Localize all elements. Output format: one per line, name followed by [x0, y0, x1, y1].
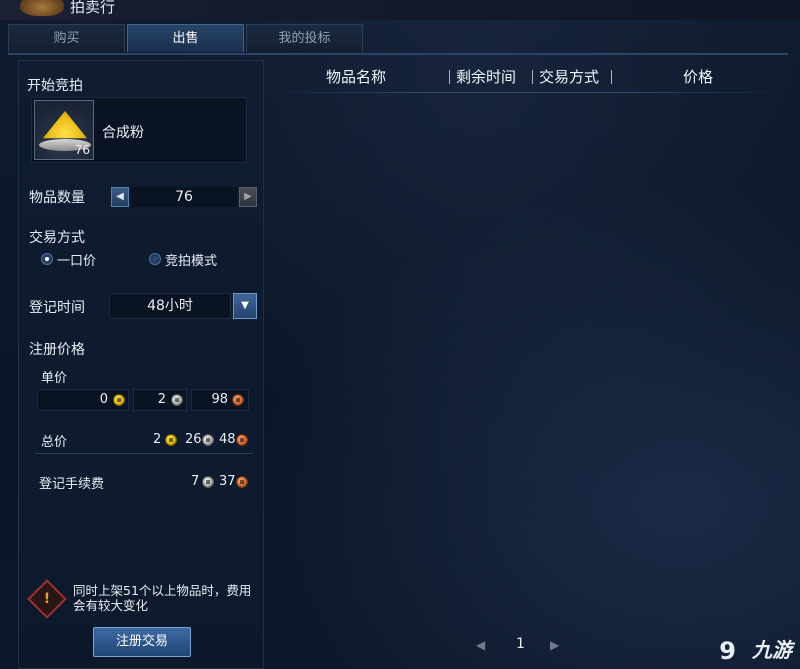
- sell-panel: 开始竞拍 76 合成粉 物品数量 ◀ 76 ▶ 交易方式 一口价 竞拍模式 登记…: [18, 60, 264, 669]
- total-gold-value: 2: [153, 432, 162, 447]
- item-slot[interactable]: 76 合成粉: [31, 97, 247, 163]
- gold-coin-icon: [113, 394, 125, 406]
- radio-auction-mode[interactable]: 竞拍模式: [149, 251, 218, 269]
- tab-buy[interactable]: 购买: [8, 24, 125, 52]
- watermark-text: 九游: [752, 638, 792, 662]
- copper-coin-icon: [232, 394, 244, 406]
- quantity-label: 物品数量: [29, 190, 85, 206]
- pagination: ◀ 1 ▶: [470, 636, 570, 656]
- duration-value[interactable]: 48小时: [109, 293, 231, 319]
- next-page-icon[interactable]: ▶: [550, 638, 559, 652]
- radio-unselected-icon: [149, 253, 161, 265]
- title-bar: 拍卖行: [0, 0, 800, 20]
- auction-hammer-icon: [20, 0, 64, 16]
- window-title: 拍卖行: [70, 0, 116, 16]
- warning-text: 同时上架51个以上物品时，费用会有较大变化: [73, 583, 252, 613]
- total-price-label: 总价: [41, 435, 68, 450]
- silver-coin-icon: [171, 394, 183, 406]
- gold-coin-icon: [165, 434, 177, 446]
- increase-quantity-button[interactable]: ▶: [239, 187, 257, 207]
- price-divider: [35, 453, 253, 454]
- warning-icon: !: [27, 579, 67, 619]
- quantity-stepper: ◀ 76 ▶: [111, 187, 257, 207]
- silver-coin-icon: [202, 476, 214, 488]
- price-label: 注册价格: [29, 342, 85, 358]
- listing-fee-label: 登记手续费: [39, 477, 105, 492]
- copper-coin-icon: [236, 476, 248, 488]
- trade-mode-label: 交易方式: [29, 230, 85, 246]
- column-item-name[interactable]: 物品名称: [326, 66, 386, 87]
- total-silver-value: 26: [185, 432, 202, 447]
- fee-copper-value: 37: [219, 474, 236, 489]
- column-separator: [532, 70, 533, 84]
- listing-header: 物品名称 剩余时间 交易方式 价格: [268, 64, 788, 90]
- item-stack-count: 76: [74, 143, 90, 157]
- column-time-left[interactable]: 剩余时间: [456, 66, 516, 87]
- radio-fixed-price[interactable]: 一口价: [41, 251, 97, 269]
- dropdown-arrow-icon[interactable]: ▼: [233, 293, 257, 319]
- duration-label: 登记时间: [29, 300, 85, 316]
- column-separator: [449, 70, 450, 84]
- column-price[interactable]: 价格: [683, 66, 713, 87]
- radio-fixed-price-label: 一口价: [57, 253, 97, 269]
- total-copper-value: 48: [219, 432, 236, 447]
- register-trade-button[interactable]: 注册交易: [93, 627, 191, 657]
- prev-page-icon[interactable]: ◀: [476, 638, 485, 652]
- radio-selected-icon: [41, 253, 53, 265]
- tab-my-bids[interactable]: 我的投标: [246, 24, 363, 52]
- item-name: 合成粉: [102, 125, 144, 141]
- column-trade-mode[interactable]: 交易方式: [539, 66, 599, 87]
- copper-coin-icon: [236, 434, 248, 446]
- watermark-logo-icon: 9: [719, 637, 736, 665]
- quantity-value[interactable]: 76: [131, 187, 237, 207]
- header-divider: [268, 92, 788, 93]
- tab-underline: [8, 53, 788, 55]
- silver-coin-icon: [202, 434, 214, 446]
- unit-price-label: 单价: [41, 371, 68, 386]
- current-page: 1: [516, 636, 525, 652]
- tab-bar: 购买 出售 我的投标: [8, 24, 365, 54]
- decrease-quantity-button[interactable]: ◀: [111, 187, 129, 207]
- column-separator: [611, 70, 612, 84]
- tab-sell[interactable]: 出售: [127, 24, 244, 52]
- start-auction-label: 开始竞拍: [27, 78, 83, 94]
- radio-auction-mode-label: 竞拍模式: [165, 253, 218, 269]
- duration-select[interactable]: 48小时 ▼: [109, 293, 257, 319]
- fee-silver-value: 7: [191, 474, 200, 489]
- golden-powder-icon[interactable]: 76: [34, 100, 94, 160]
